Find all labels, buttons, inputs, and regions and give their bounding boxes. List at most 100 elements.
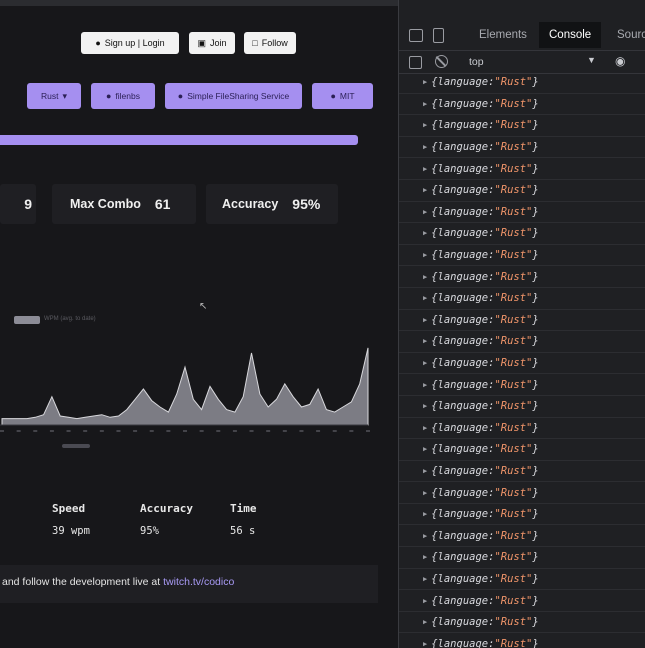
console-log-row[interactable]: ▶ {language: "Rust"} [399,396,645,418]
tab-elements[interactable]: Elements [469,22,537,48]
result-accuracy-value: 95% [140,525,159,537]
log-string-value: "Rust" [494,292,533,305]
expand-triangle-icon[interactable]: ▶ [423,467,427,475]
repo-owner-link[interactable]: ● filenbs [91,83,155,109]
signup-login-button[interactable]: ● Sign up | Login [81,32,179,54]
console-log-row[interactable]: ▶ {language: "Rust"} [399,633,645,648]
console-log-row[interactable]: ▶ {language: "Rust"} [399,482,645,504]
chart-x-tick [216,430,221,432]
expand-triangle-icon[interactable]: ▶ [423,143,427,151]
expand-triangle-icon[interactable]: ▶ [423,510,427,518]
chevron-down-icon[interactable]: ▼ [587,55,596,65]
log-key: {language: [431,119,495,132]
expand-triangle-icon[interactable]: ▶ [423,208,427,216]
console-log-row[interactable]: ▶ {language: "Rust"} [399,202,645,224]
console-log-row[interactable]: ▶ {language: "Rust"} [399,223,645,245]
console-log-row[interactable]: ▶ {language: "Rust"} [399,331,645,353]
expand-triangle-icon[interactable]: ▶ [423,575,427,583]
twitch-link[interactable]: twitch.tv/codico [163,576,234,588]
expand-triangle-icon[interactable]: ▶ [423,78,427,86]
expand-triangle-icon[interactable]: ▶ [423,251,427,259]
follow-button[interactable]: □ Follow [244,32,296,54]
context-select[interactable]: top [469,56,484,68]
console-log-row[interactable]: ▶ {language: "Rust"} [399,137,645,159]
join-button[interactable]: ▣ Join [189,32,235,54]
language-label: Rust [40,91,59,101]
expand-triangle-icon[interactable]: ▶ [423,186,427,194]
console-log-row[interactable]: ▶ {language: "Rust"} [399,374,645,396]
wpm-area-series [1,347,369,426]
console-log-row[interactable]: ▶ {language: "Rust"} [399,590,645,612]
expand-triangle-icon[interactable]: ▶ [423,316,427,324]
console-log-row[interactable]: ▶ {language: "Rust"} [399,547,645,569]
expand-triangle-icon[interactable]: ▶ [423,381,427,389]
expand-triangle-icon[interactable]: ▶ [423,337,427,345]
expand-triangle-icon[interactable]: ▶ [423,532,427,540]
github-icon: ● [95,38,101,48]
console-log-row[interactable]: ▶ {language: "Rust"} [399,180,645,202]
tab-sources[interactable]: Sourc [607,22,645,48]
console-toolbar: top ▼ ◉ [399,50,645,74]
console-log-row[interactable]: ▶ {language: "Rust"} [399,612,645,634]
log-brace: } [532,205,539,218]
repo-name-link[interactable]: ● Simple FileSharing Service [165,83,302,109]
log-string-value: "Rust" [494,141,533,154]
expand-triangle-icon[interactable]: ▶ [423,553,427,561]
expand-triangle-icon[interactable]: ▶ [423,100,427,108]
license-link[interactable]: ● MIT [312,83,373,109]
console-log-row[interactable]: ▶ {language: "Rust"} [399,504,645,526]
language-select[interactable]: Rust ▾ [27,83,81,109]
log-key: {language: [431,551,495,564]
expand-triangle-icon[interactable]: ▶ [423,424,427,432]
expand-triangle-icon[interactable]: ▶ [423,359,427,367]
expand-triangle-icon[interactable]: ▶ [423,273,427,281]
expand-triangle-icon[interactable]: ▶ [423,489,427,497]
log-key: {language: [431,508,495,521]
device-toolbar-icon[interactable] [433,28,444,43]
log-brace: } [532,335,539,348]
console-log-row[interactable]: ▶ {language: "Rust"} [399,72,645,94]
log-key: {language: [431,486,495,499]
console-log-row[interactable]: ▶ {language: "Rust"} [399,115,645,137]
expand-triangle-icon[interactable]: ▶ [423,402,427,410]
expand-triangle-icon[interactable]: ▶ [423,618,427,626]
console-log-row[interactable]: ▶ {language: "Rust"} [399,266,645,288]
clear-console-icon[interactable] [435,55,448,68]
stat-card-partial: 9 [0,184,36,224]
chart-x-tick [349,430,354,432]
inspect-element-icon[interactable] [409,29,423,42]
console-log-row[interactable]: ▶ {language: "Rust"} [399,94,645,116]
console-log-row[interactable]: ▶ {language: "Rust"} [399,158,645,180]
console-log-row[interactable]: ▶ {language: "Rust"} [399,353,645,375]
console-log-row[interactable]: ▶ {language: "Rust"} [399,288,645,310]
chart-x-tick [249,430,254,432]
tab-console[interactable]: Console [539,22,602,48]
log-brace: } [532,162,539,175]
expand-triangle-icon[interactable]: ▶ [423,640,427,648]
live-expression-eye-icon[interactable]: ◉ [615,54,625,68]
console-log-row[interactable]: ▶ {language: "Rust"} [399,461,645,483]
chart-x-tick [149,430,154,432]
log-string-value: "Rust" [494,572,533,585]
console-log-row[interactable]: ▶ {language: "Rust"} [399,245,645,267]
expand-triangle-icon[interactable]: ▶ [423,597,427,605]
console-log-row[interactable]: ▶ {language: "Rust"} [399,310,645,332]
log-key: {language: [431,205,495,218]
log-brace: } [532,551,539,564]
console-log-row[interactable]: ▶ {language: "Rust"} [399,418,645,440]
log-key: {language: [431,594,495,607]
log-string-value: "Rust" [494,227,533,240]
license-label: MIT [339,91,355,101]
console-sidebar-icon[interactable] [409,56,422,69]
chart-scroll-handle[interactable] [62,444,90,448]
expand-triangle-icon[interactable]: ▶ [423,229,427,237]
console-log-row[interactable]: ▶ {language: "Rust"} [399,439,645,461]
console-log-row[interactable]: ▶ {language: "Rust"} [399,525,645,548]
log-string-value: "Rust" [494,637,533,648]
expand-triangle-icon[interactable]: ▶ [423,165,427,173]
expand-triangle-icon[interactable]: ▶ [423,445,427,453]
expand-triangle-icon[interactable]: ▶ [423,294,427,302]
expand-triangle-icon[interactable]: ▶ [423,121,427,129]
console-log-row[interactable]: ▶ {language: "Rust"} [399,569,645,591]
log-key: {language: [431,335,495,348]
